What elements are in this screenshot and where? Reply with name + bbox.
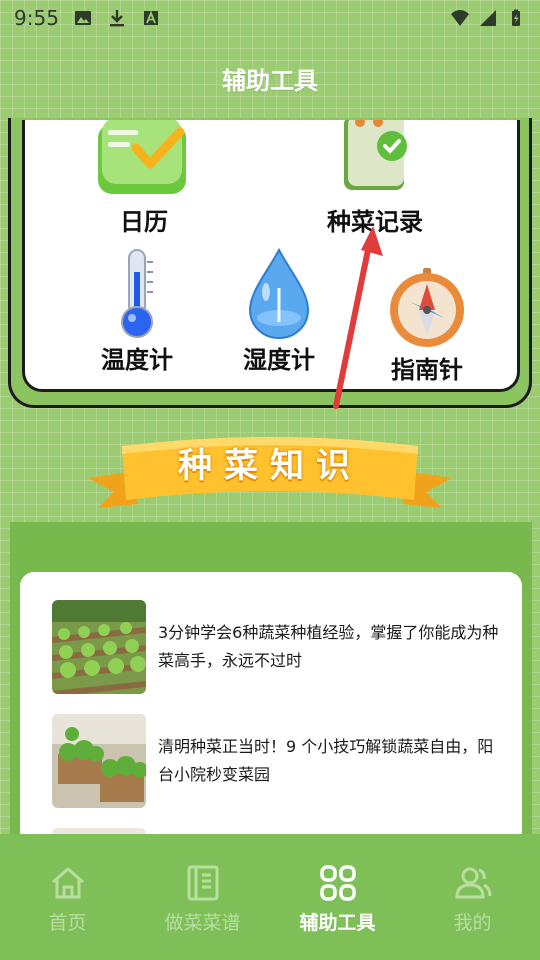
- article-list: 3分钟学会6种蔬菜种植经验，掌握了你能成为种菜高手，永远不过时 清明种菜正当时！…: [20, 572, 522, 852]
- tool-label-planting-record: 种菜记录: [327, 208, 423, 236]
- tool-label-thermometer: 温度计: [101, 346, 173, 374]
- nav-tools[interactable]: 辅助工具: [270, 834, 405, 960]
- tools-card: 日历 种菜记录 温度计 湿度计 指南针: [22, 120, 520, 392]
- tool-label-compass: 指南针: [391, 356, 463, 384]
- nav-label-recipes: 做菜菜谱: [164, 912, 241, 934]
- recipe-book-icon: [187, 865, 218, 901]
- grid-tools-icon: [319, 865, 356, 901]
- download-notification-icon: [109, 10, 124, 27]
- battery-icon: [512, 9, 520, 26]
- tool-label-calendar: 日历: [120, 208, 168, 236]
- bottom-nav: 首页 做菜菜谱 辅助工具 我的: [0, 834, 540, 960]
- text-notification-icon: [143, 10, 158, 25]
- nav-label-tools: 辅助工具: [299, 912, 376, 934]
- status-time: 9:55: [14, 6, 59, 30]
- article-thumbnail: [52, 600, 146, 694]
- thermometer-icon: [121, 249, 153, 338]
- nav-label-home: 首页: [48, 912, 87, 934]
- humidity-drop-icon: [248, 248, 310, 340]
- tool-humidity[interactable]: 湿度计: [229, 248, 329, 375]
- planting-record-icon: [344, 120, 407, 190]
- compass-icon: [390, 268, 464, 347]
- page-title: 辅助工具: [222, 66, 318, 95]
- user-icon: [454, 867, 491, 899]
- tool-planting-record[interactable]: 种菜记录: [315, 120, 435, 237]
- calendar-icon: [98, 120, 186, 194]
- wifi-icon: [451, 10, 469, 26]
- article-title: 清明种菜正当时！9 个小技巧解锁蔬菜自由，阳台小院秒变菜园: [158, 737, 494, 784]
- tool-compass[interactable]: 指南针: [375, 266, 479, 385]
- nav-label-profile: 我的: [453, 912, 492, 934]
- nav-profile[interactable]: 我的: [405, 834, 540, 960]
- status-bar: 9:55: [0, 0, 540, 36]
- article-title: 3分钟学会6种蔬菜种植经验，掌握了你能成为种菜高手，永远不过时: [158, 623, 499, 670]
- knowledge-banner: 种菜知识: [88, 420, 452, 520]
- article-thumbnail: [52, 714, 146, 808]
- tool-label-humidity: 湿度计: [243, 346, 315, 374]
- tool-calendar[interactable]: 日历: [89, 120, 199, 237]
- home-icon: [51, 867, 84, 899]
- nav-recipes[interactable]: 做菜菜谱: [135, 834, 270, 960]
- image-notification-icon: [74, 11, 91, 25]
- article-item[interactable]: 清明种菜正当时！9 个小技巧解锁蔬菜自由，阳台小院秒变菜园: [52, 714, 502, 808]
- article-item[interactable]: 3分钟学会6种蔬菜种植经验，掌握了你能成为种菜高手，永远不过时: [52, 600, 502, 694]
- signal-icon: [480, 10, 496, 26]
- banner-title: 种菜知识: [178, 446, 362, 486]
- title-bar: 辅助工具: [0, 52, 540, 104]
- nav-home[interactable]: 首页: [0, 834, 135, 960]
- tool-thermometer[interactable]: 温度计: [87, 248, 187, 375]
